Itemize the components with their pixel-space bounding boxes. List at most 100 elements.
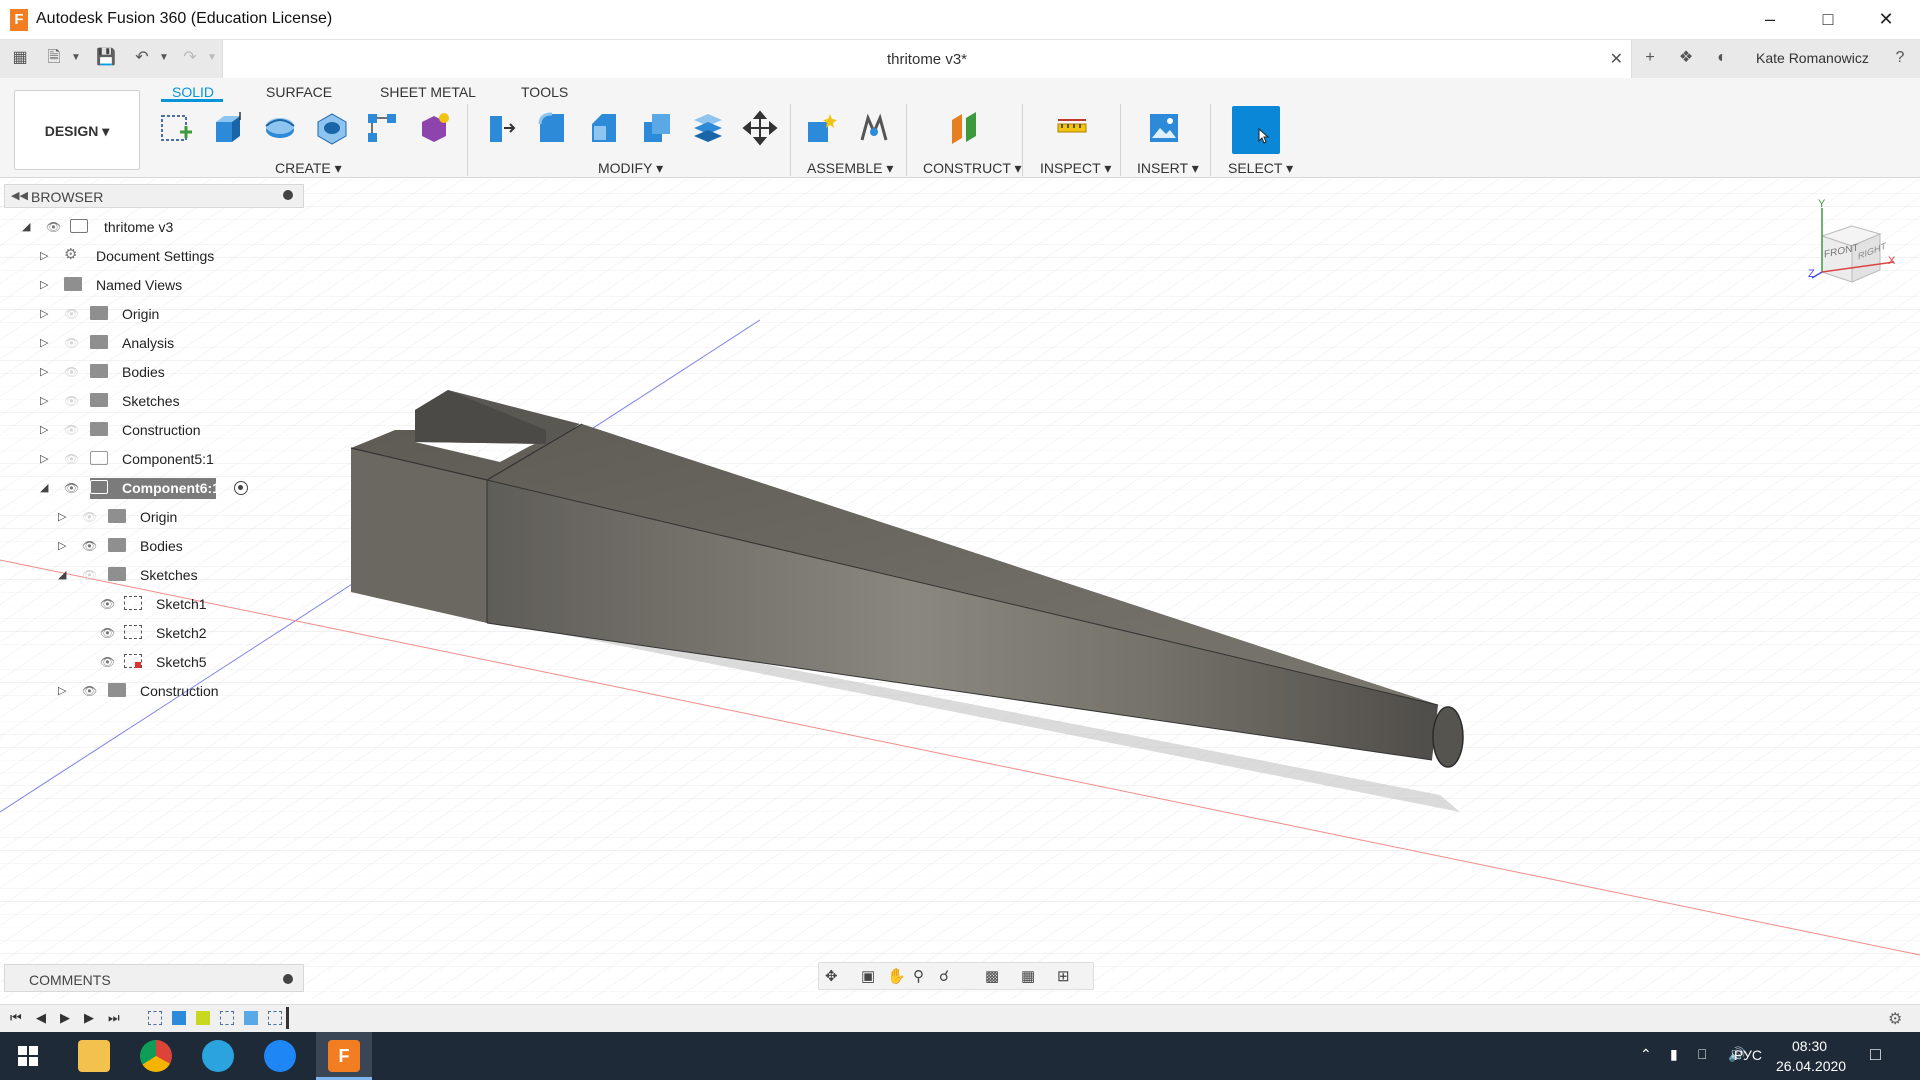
timeline-back-icon[interactable]: ◀	[36, 1010, 46, 1026]
expand-triangle-icon[interactable]: ▷	[40, 336, 54, 350]
clock-date[interactable]: 26.04.2020	[1776, 1058, 1846, 1074]
revolve-icon[interactable]	[262, 110, 298, 146]
visibility-eye-icon[interactable]: 👁	[64, 481, 80, 495]
tab-surface[interactable]: SURFACE	[266, 84, 332, 100]
tree-item-analysis[interactable]: ▷ 👁 Analysis	[40, 331, 300, 355]
minimize-button[interactable]: –	[1742, 0, 1798, 40]
file-menu-chevron-icon[interactable]: ▼	[66, 48, 86, 68]
add-comment-icon[interactable]	[283, 974, 293, 984]
user-account-name[interactable]: Kate Romanowicz	[1756, 50, 1869, 66]
visibility-eye-icon[interactable]: 👁	[46, 220, 62, 234]
insert-menu[interactable]: INSERT ▾	[1137, 160, 1199, 177]
joint-icon[interactable]	[856, 110, 892, 146]
timeline-marker[interactable]	[286, 1007, 289, 1029]
expand-triangle-icon[interactable]: ▷	[40, 423, 54, 437]
inspect-menu[interactable]: INSPECT ▾	[1040, 160, 1111, 177]
press-pull-icon[interactable]	[482, 110, 518, 146]
select-button[interactable]	[1232, 106, 1280, 154]
timeline-extrude-feature-icon[interactable]	[172, 1011, 186, 1025]
visibility-eye-icon[interactable]: 👁	[64, 307, 80, 321]
visibility-eye-icon[interactable]: 👁	[100, 626, 116, 640]
expand-triangle-icon[interactable]: ▷	[40, 249, 54, 263]
language-indicator[interactable]: РУС	[1734, 1047, 1762, 1063]
tab-tools[interactable]: TOOLS	[521, 84, 568, 100]
look-at-icon[interactable]: ▣	[861, 967, 875, 985]
browser-pin-icon[interactable]	[283, 190, 293, 200]
new-tab-plus-icon[interactable]: +	[1640, 48, 1660, 68]
viewcube[interactable]: FRONT RIGHT Y X Z	[1808, 198, 1898, 288]
combine-icon[interactable]	[690, 110, 726, 146]
redo-icon[interactable]: ↷	[180, 48, 200, 68]
orbit-icon[interactable]: ✥	[825, 967, 838, 985]
zoom-icon[interactable]: ⚲	[913, 967, 924, 985]
visibility-eye-icon[interactable]: 👁	[82, 510, 98, 524]
taskbar-fusion-active[interactable]: F	[316, 1032, 372, 1080]
chamfer-icon[interactable]	[586, 110, 622, 146]
windows-start-icon[interactable]	[18, 1046, 38, 1066]
visibility-eye-icon[interactable]: 👁	[64, 452, 80, 466]
construct-menu[interactable]: CONSTRUCT ▾	[923, 160, 1022, 177]
tree-item-sketch1[interactable]: 👁 Sketch1	[100, 592, 300, 616]
visibility-eye-icon[interactable]: 👁	[64, 365, 80, 379]
job-status-icon[interactable]: ◐	[1712, 48, 1732, 68]
tree-item-sketch2[interactable]: 👁 Sketch2	[100, 621, 300, 645]
visibility-eye-icon[interactable]: 👁	[64, 394, 80, 408]
pattern-icon[interactable]	[364, 110, 400, 146]
clock-time[interactable]: 08:30	[1792, 1038, 1827, 1054]
undo-chevron-icon[interactable]: ▼	[154, 48, 174, 68]
tree-item-sketches[interactable]: ▷ 👁 Sketches	[40, 389, 300, 413]
timeline-end-icon[interactable]: ⏭	[108, 1010, 120, 1026]
tree-item-c6-bodies[interactable]: ▷ 👁 Bodies	[58, 534, 298, 558]
tray-overflow-chevron-icon[interactable]: ⌃	[1640, 1046, 1652, 1063]
pan-hand-icon[interactable]: ✋	[887, 967, 906, 985]
network-icon[interactable]: ⎕	[1698, 1046, 1706, 1063]
workspace-switcher-button[interactable]: DESIGN ▾	[14, 90, 140, 170]
activate-component-radio-icon[interactable]	[234, 481, 248, 495]
expand-triangle-icon[interactable]: ▷	[40, 307, 54, 321]
tree-item-component6[interactable]: ◢ 👁 Component6:1	[40, 476, 300, 500]
data-panel-grid-icon[interactable]: ▦	[10, 48, 30, 68]
help-icon[interactable]: ?	[1890, 48, 1910, 68]
timeline-feature-icon[interactable]	[196, 1011, 210, 1025]
file-explorer-icon[interactable]	[78, 1040, 110, 1072]
move-copy-icon[interactable]	[742, 110, 778, 146]
messenger-icon[interactable]	[264, 1040, 296, 1072]
tree-item-c6-sketches[interactable]: ◢ 👁 Sketches	[58, 563, 298, 587]
battery-icon[interactable]: ▮	[1670, 1046, 1678, 1063]
expand-triangle-icon[interactable]: ▷	[40, 278, 54, 292]
close-window-button[interactable]: ✕	[1858, 0, 1914, 40]
tree-item-document-settings[interactable]: ▷ ⚙ Document Settings	[40, 244, 300, 268]
expand-triangle-icon[interactable]: ▷	[58, 539, 72, 553]
modify-menu[interactable]: MODIFY ▾	[598, 160, 663, 177]
tree-item-named-views[interactable]: ▷ Named Views	[40, 273, 300, 297]
expand-triangle-icon[interactable]: ▷	[58, 510, 72, 524]
timeline-sketch-feature-icon[interactable]	[220, 1011, 234, 1025]
expand-triangle-icon[interactable]: ▷	[40, 365, 54, 379]
shell-icon[interactable]	[638, 110, 674, 146]
visibility-eye-icon[interactable]: 👁	[82, 684, 98, 698]
measure-icon[interactable]	[1054, 110, 1090, 146]
expand-triangle-icon[interactable]: ▷	[40, 452, 54, 466]
tree-item-construction[interactable]: ▷ 👁 Construction	[40, 418, 300, 442]
redo-chevron-icon[interactable]: ▼	[202, 48, 222, 68]
timeline-forward-icon[interactable]: ▶	[84, 1010, 94, 1026]
hole-icon[interactable]	[314, 110, 350, 146]
expand-triangle-icon[interactable]: ▷	[58, 684, 72, 698]
document-tab[interactable]: thritome v3* ✕	[222, 40, 1632, 78]
timeline-start-icon[interactable]: ⏮	[10, 1010, 22, 1026]
comments-panel[interactable]: COMMENTS	[4, 964, 304, 992]
timeline-sketch-feature-icon[interactable]	[268, 1011, 282, 1025]
tree-item-bodies[interactable]: ▷ 👁 Bodies	[40, 360, 300, 384]
create-form-icon[interactable]	[416, 110, 452, 146]
visibility-eye-icon[interactable]: 👁	[82, 539, 98, 553]
extrude-icon[interactable]	[210, 110, 246, 146]
collapse-triangle-icon[interactable]: ◢	[40, 481, 54, 495]
timeline-settings-gear-icon[interactable]: ⚙	[1888, 1009, 1902, 1029]
visibility-eye-icon[interactable]: 👁	[100, 655, 116, 669]
tree-item-c6-construction[interactable]: ▷ 👁 Construction	[58, 679, 298, 703]
chrome-browser-icon[interactable]	[140, 1040, 172, 1072]
offset-plane-icon[interactable]	[946, 110, 982, 146]
select-menu[interactable]: SELECT ▾	[1228, 160, 1293, 177]
maximize-button[interactable]: □	[1800, 0, 1856, 40]
collapse-triangle-icon[interactable]: ◢	[58, 568, 72, 582]
